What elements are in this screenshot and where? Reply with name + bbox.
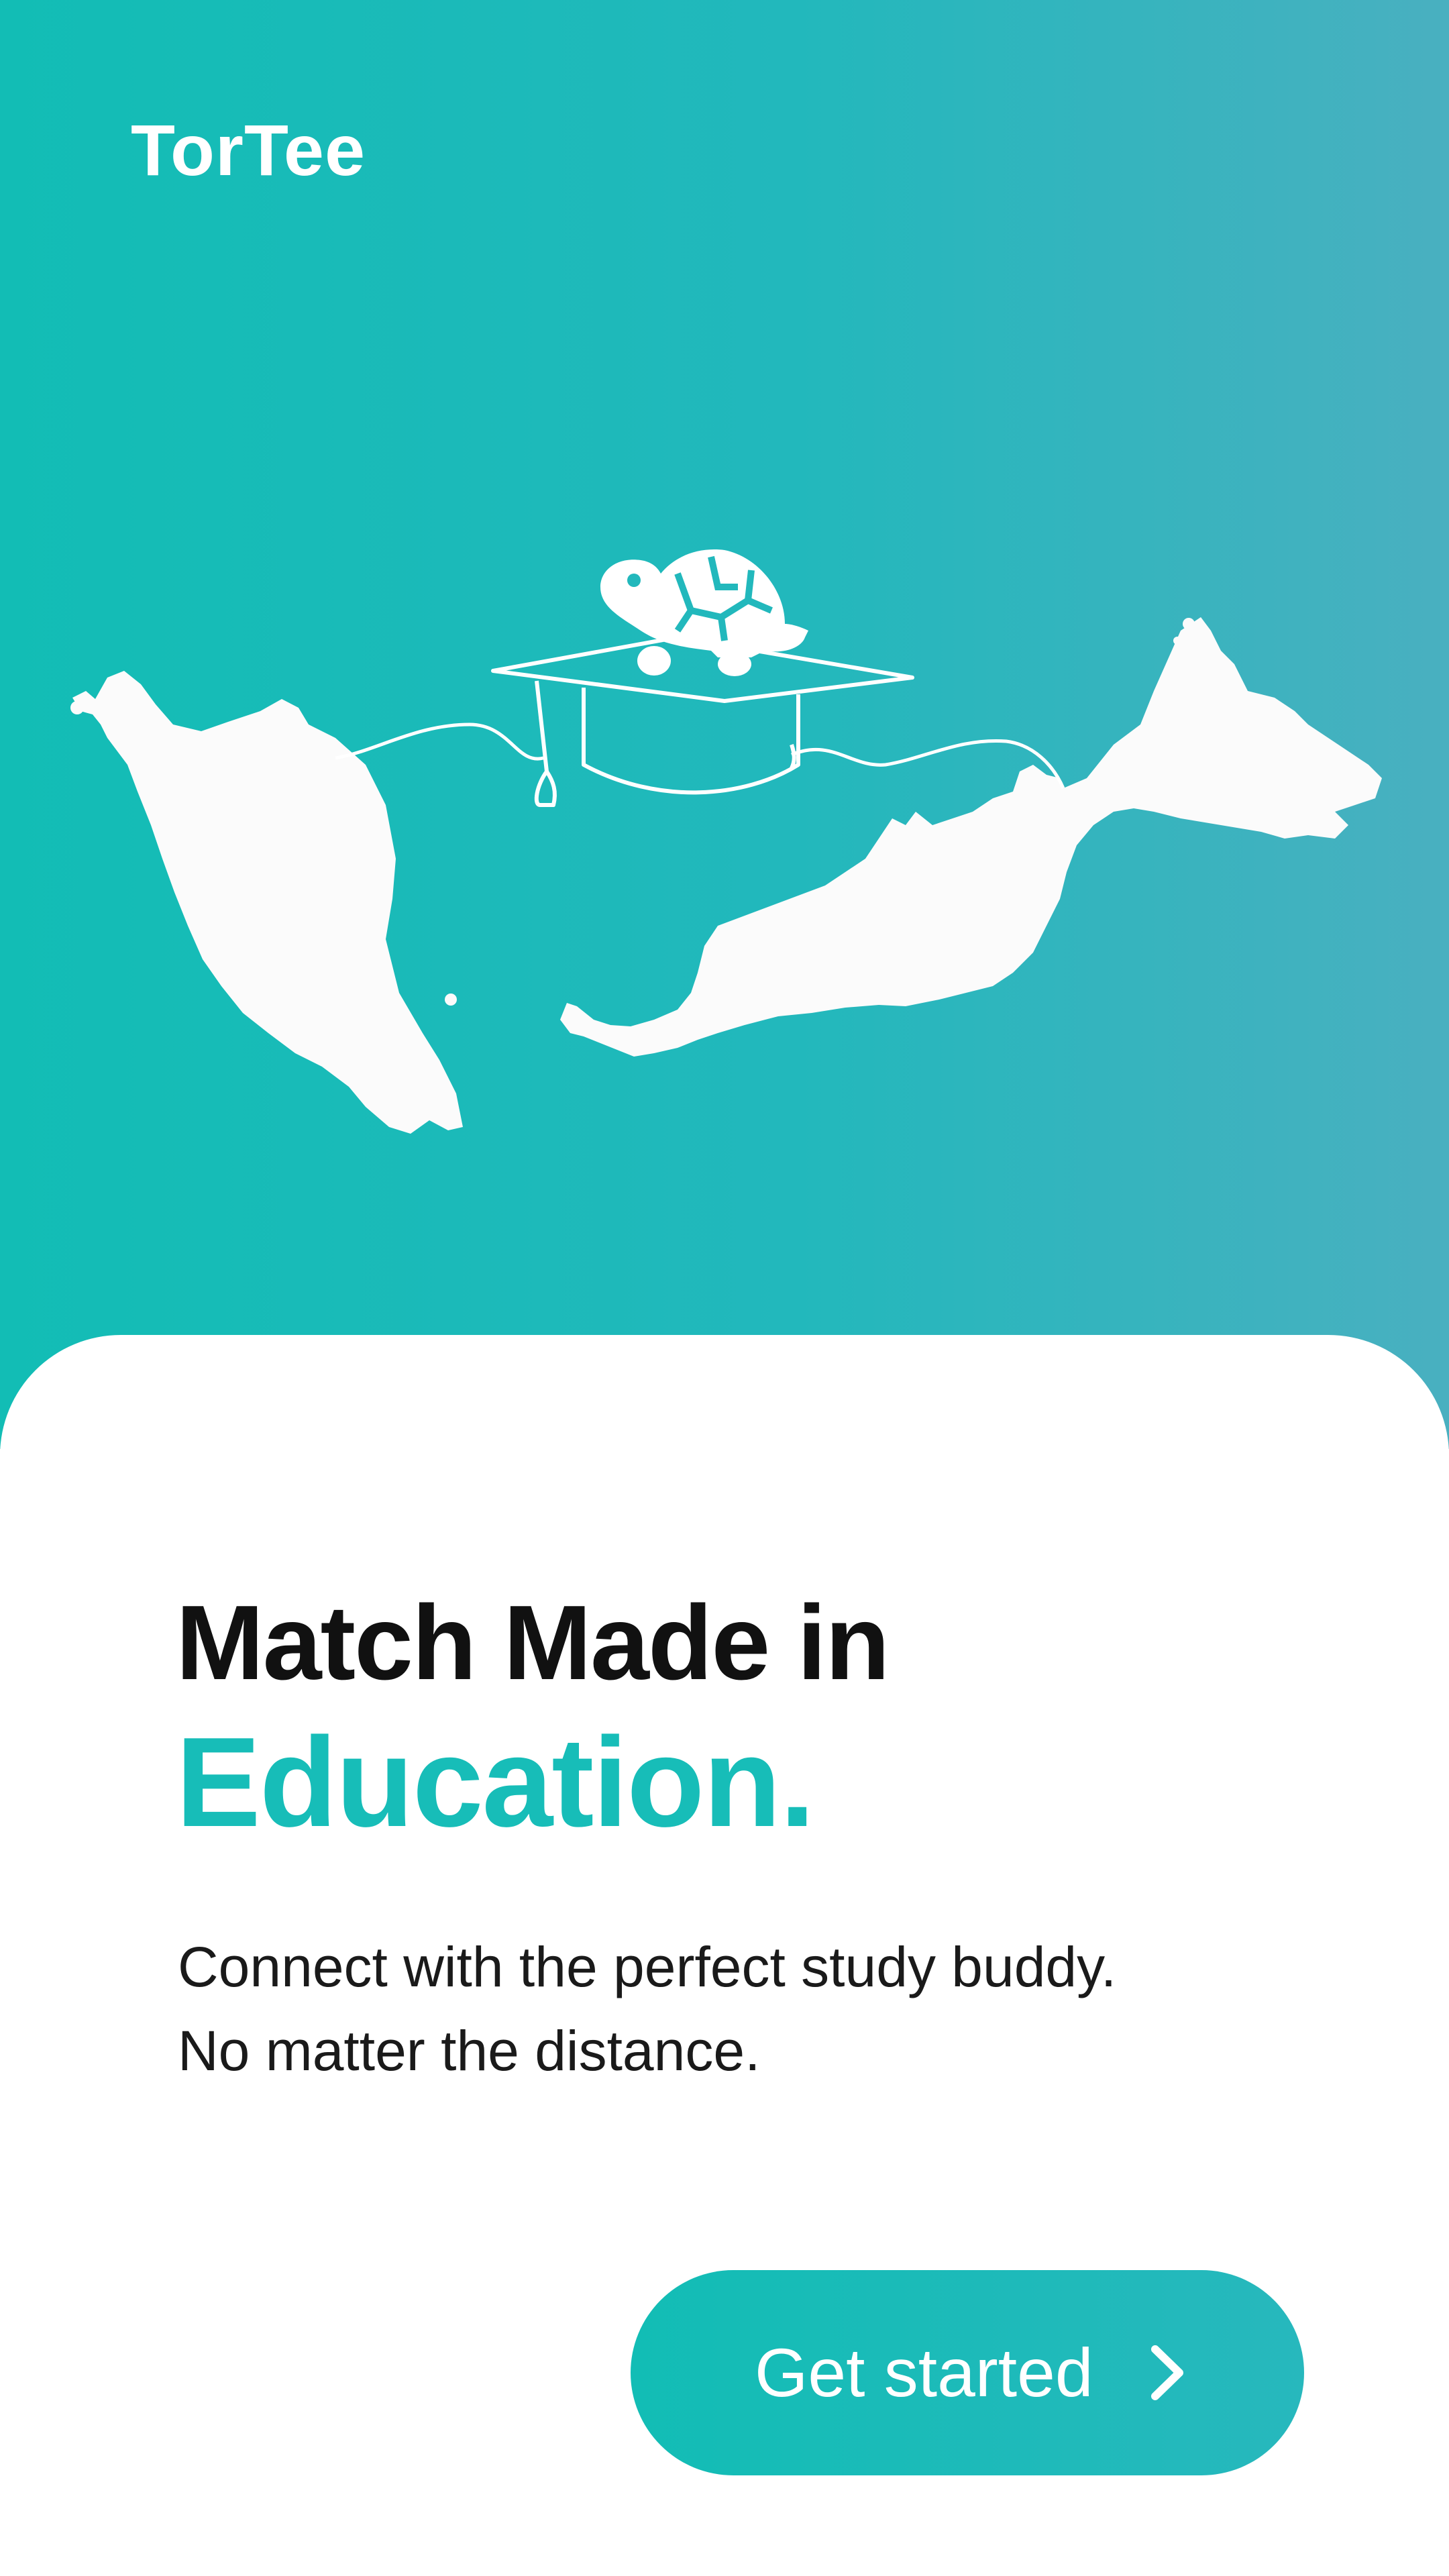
tagline-line1: Connect with the perfect study buddy. bbox=[178, 1935, 1117, 1998]
headline-accent: Education. bbox=[176, 1711, 815, 1854]
borneo-shape bbox=[560, 617, 1382, 1057]
onboarding-screen: TorTee Match Made in Education. Connect … bbox=[0, 0, 1449, 2576]
graduation-cap-icon bbox=[491, 635, 914, 807]
chevron-right-icon bbox=[1150, 2345, 1183, 2400]
hero-banner: TorTee bbox=[0, 0, 1449, 1449]
get-started-label: Get started bbox=[755, 2334, 1093, 2411]
tagline-line2: No matter the distance. bbox=[178, 2019, 761, 2082]
tagline: Connect with the perfect study buddy. No… bbox=[178, 1925, 1116, 2093]
headline-line1: Match Made in bbox=[176, 1584, 890, 1702]
brand-logo: TorTee bbox=[131, 109, 366, 191]
malaysia-map-illustration bbox=[70, 549, 1382, 1134]
get-started-button[interactable]: Get started bbox=[631, 2270, 1304, 2475]
headline: Match Made in Education. bbox=[176, 1584, 890, 1854]
peninsular-malaysia-shape bbox=[72, 671, 463, 1134]
connector-line bbox=[335, 722, 1065, 789]
